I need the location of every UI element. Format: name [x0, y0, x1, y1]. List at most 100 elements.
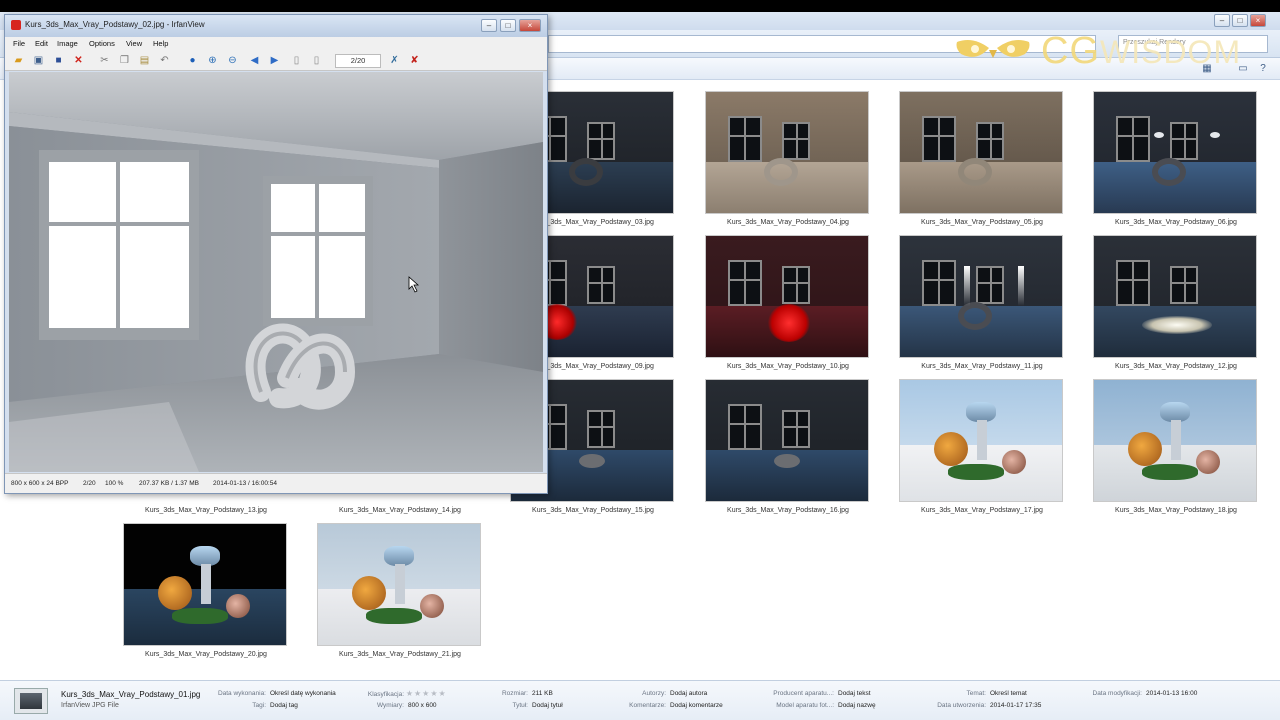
irfanview-toolbar: ▰ ▣ ■ ✕ ✂ ❐ ▤ ↶ ● ⊕ ⊖ ◀ ▶ ▯ ▯ 2/20 ✗ ✘ — [5, 51, 547, 71]
status-dimensions: 800 x 600 x 24 BPP — [11, 480, 69, 487]
first-image-icon[interactable]: ▯ — [289, 54, 304, 68]
thumbnail-caption[interactable]: Kurs_3ds_Max_Vray_Podstawy_17.jpg — [899, 507, 1065, 514]
rating-stars-icon[interactable]: ★★★★★ — [406, 689, 447, 698]
info-icon[interactable]: ● — [185, 54, 200, 68]
thumbnail-caption[interactable]: Kurs_3ds_Max_Vray_Podstawy_13.jpg — [123, 507, 289, 514]
thumbnail-caption[interactable]: Kurs_3ds_Max_Vray_Podstawy_16.jpg — [705, 507, 871, 514]
thumbnail-item[interactable]: Kurs_3ds_Max_Vray_Podstawy_18.jpg — [1093, 379, 1259, 514]
cut-icon[interactable]: ✂ — [97, 54, 112, 68]
irfanview-title-bar[interactable]: Kurs_3ds_Max_Vray_Podstawy_02.jpg - Irfa… — [5, 15, 547, 37]
thumbnail-image[interactable] — [317, 523, 481, 646]
thumbnail-item[interactable]: Kurs_3ds_Max_Vray_Podstawy_06.jpg — [1093, 91, 1259, 226]
thumbnail-item[interactable]: Kurs_3ds_Max_Vray_Podstawy_11.jpg — [899, 235, 1065, 370]
prop-comments[interactable]: Komentarze: Dodaj komentarze — [610, 702, 723, 709]
menu-options[interactable]: Options — [89, 39, 115, 48]
zoom-out-icon[interactable]: ⊖ — [225, 54, 240, 68]
zoom-in-icon[interactable]: ⊕ — [205, 54, 220, 68]
thumbnail-item[interactable]: Kurs_3ds_Max_Vray_Podstawy_12.jpg — [1093, 235, 1259, 370]
thumbnail-image[interactable] — [899, 379, 1063, 502]
prop-tags[interactable]: Tagi: Dodaj tag — [200, 702, 298, 709]
thumbnail-caption[interactable]: Kurs_3ds_Max_Vray_Podstawy_04.jpg — [705, 219, 871, 226]
settings-tools-icon[interactable]: ✗ — [387, 54, 402, 68]
thumbnail-caption[interactable]: Kurs_3ds_Max_Vray_Podstawy_18.jpg — [1093, 507, 1259, 514]
thumbnail-image[interactable] — [123, 523, 287, 646]
prop-date-created: Data utworzenia: 2014-01-17 17:35 — [937, 702, 1042, 709]
prop-authors[interactable]: Autorzy: Dodaj autora — [610, 690, 707, 697]
thumbnail-caption[interactable]: Kurs_3ds_Max_Vray_Podstawy_06.jpg — [1093, 219, 1259, 226]
prop-subject[interactable]: Temat: Określ temat — [920, 690, 1026, 697]
irfanview-app-icon — [11, 20, 21, 30]
file-thumbnail-icon — [14, 688, 48, 714]
status-index: 2/20 — [83, 480, 96, 487]
thumbnail-caption[interactable]: Kurs_3ds_Max_Vray_Podstawy_20.jpg — [123, 651, 289, 658]
prop-title[interactable]: Tytuł: Dodaj tytuł — [476, 702, 562, 709]
thumbnail-image[interactable] — [705, 235, 869, 358]
prop-rating[interactable]: Klasyfikacja: ★★★★★ — [352, 689, 447, 698]
menu-image[interactable]: Image — [57, 39, 78, 48]
irf-minimize-button[interactable]: – — [481, 19, 497, 32]
prop-date-modified: Data modyfikacji: 2014-01-13 16:00 — [1092, 690, 1198, 697]
save-icon[interactable]: ■ — [51, 54, 66, 68]
details-file-type: IrfanView JPG File — [61, 702, 119, 709]
thumbnail-caption[interactable]: Kurs_3ds_Max_Vray_Podstawy_12.jpg — [1093, 363, 1259, 370]
irfanview-window[interactable]: Kurs_3ds_Max_Vray_Podstawy_02.jpg - Irfa… — [4, 14, 548, 494]
thumbnail-caption[interactable]: Kurs_3ds_Max_Vray_Podstawy_05.jpg — [899, 219, 1065, 226]
thumbnail-image[interactable] — [899, 235, 1063, 358]
delete-icon[interactable]: ✕ — [71, 54, 86, 68]
last-image-icon[interactable]: ▯ — [309, 54, 324, 68]
menu-file[interactable]: File — [13, 39, 25, 48]
owl-logo-icon — [956, 40, 1030, 58]
thumbnail-item[interactable]: Kurs_3ds_Max_Vray_Podstawy_04.jpg — [705, 91, 871, 226]
logo-cg: CG — [1041, 30, 1100, 72]
image-counter: 2/20 — [335, 54, 381, 68]
status-zoom: 100 % — [105, 480, 124, 487]
thumbnail-caption[interactable]: Kurs_3ds_Max_Vray_Podstawy_10.jpg — [705, 363, 871, 370]
menu-edit[interactable]: Edit — [35, 39, 48, 48]
prop-size: Rozmiar: 211 KB — [501, 690, 553, 697]
open-folder-icon[interactable]: ▰ — [11, 54, 26, 68]
prop-camera-model[interactable]: Model aparatu fot...: Dodaj nazwę — [758, 702, 875, 709]
previous-image-icon[interactable]: ◀ — [247, 54, 262, 68]
details-file-name: Kurs_3ds_Max_Vray_Podstawy_01.jpg — [61, 690, 201, 699]
thumbnail-caption[interactable]: Kurs_3ds_Max_Vray_Podstawy_15.jpg — [510, 507, 676, 514]
thumbnail-caption[interactable]: Kurs_3ds_Max_Vray_Podstawy_14.jpg — [317, 507, 483, 514]
thumbnail-image[interactable] — [1093, 91, 1257, 214]
thumbnail-item[interactable]: Kurs_3ds_Max_Vray_Podstawy_17.jpg — [899, 379, 1065, 514]
thumbnail-caption[interactable]: Kurs_3ds_Max_Vray_Podstawy_21.jpg — [317, 651, 483, 658]
irf-maximize-button[interactable]: □ — [500, 19, 516, 32]
close-button[interactable]: × — [1250, 14, 1266, 27]
logo-wordmark: CGWISDOM — [1041, 30, 1241, 73]
thumbnail-item[interactable]: Kurs_3ds_Max_Vray_Podstawy_21.jpg — [317, 523, 483, 658]
menu-help[interactable]: Help — [153, 39, 168, 48]
thumbnail-item[interactable]: Kurs_3ds_Max_Vray_Podstawy_20.jpg — [123, 523, 289, 658]
maximize-button[interactable]: □ — [1232, 14, 1248, 27]
status-date: 2014-01-13 / 16:00:54 — [213, 480, 277, 487]
paste-icon[interactable]: ▤ — [137, 54, 152, 68]
menu-view[interactable]: View — [126, 39, 142, 48]
copy-icon[interactable]: ❐ — [117, 54, 132, 68]
status-file-size: 207.37 KB / 1.37 MB — [139, 480, 199, 487]
minimize-button[interactable]: – — [1214, 14, 1230, 27]
irfanview-status-bar: 800 x 600 x 24 BPP 2/20 100 % 207.37 KB … — [5, 473, 547, 493]
slideshow-icon[interactable]: ▣ — [31, 54, 46, 68]
thumbnail-image[interactable] — [899, 91, 1063, 214]
thumbnail-item[interactable]: Kurs_3ds_Max_Vray_Podstawy_05.jpg — [899, 91, 1065, 226]
room-render-image — [9, 72, 543, 472]
exit-icon[interactable]: ✘ — [407, 54, 422, 68]
thumbnail-item[interactable]: Kurs_3ds_Max_Vray_Podstawy_16.jpg — [705, 379, 871, 514]
image-viewport[interactable] — [9, 72, 543, 472]
thumbnail-image[interactable] — [705, 91, 869, 214]
thumbnail-image[interactable] — [705, 379, 869, 502]
irf-close-button[interactable]: × — [519, 19, 541, 32]
logo-wisdom: WISDOM — [1100, 34, 1242, 70]
irfanview-title: Kurs_3ds_Max_Vray_Podstawy_02.jpg - Irfa… — [25, 20, 205, 29]
next-image-icon[interactable]: ▶ — [267, 54, 282, 68]
undo-icon[interactable]: ↶ — [157, 54, 172, 68]
thumbnail-image[interactable] — [1093, 379, 1257, 502]
prop-dimensions: Wymiary: 800 x 600 — [376, 702, 437, 709]
thumbnail-caption[interactable]: Kurs_3ds_Max_Vray_Podstawy_11.jpg — [899, 363, 1065, 370]
thumbnail-image[interactable] — [1093, 235, 1257, 358]
prop-camera-maker[interactable]: Producent aparatu...: Dodaj tekst — [758, 690, 870, 697]
prop-date-taken[interactable]: Data wykonania: Określ datę wykonania — [200, 690, 336, 697]
thumbnail-item[interactable]: Kurs_3ds_Max_Vray_Podstawy_10.jpg — [705, 235, 871, 370]
